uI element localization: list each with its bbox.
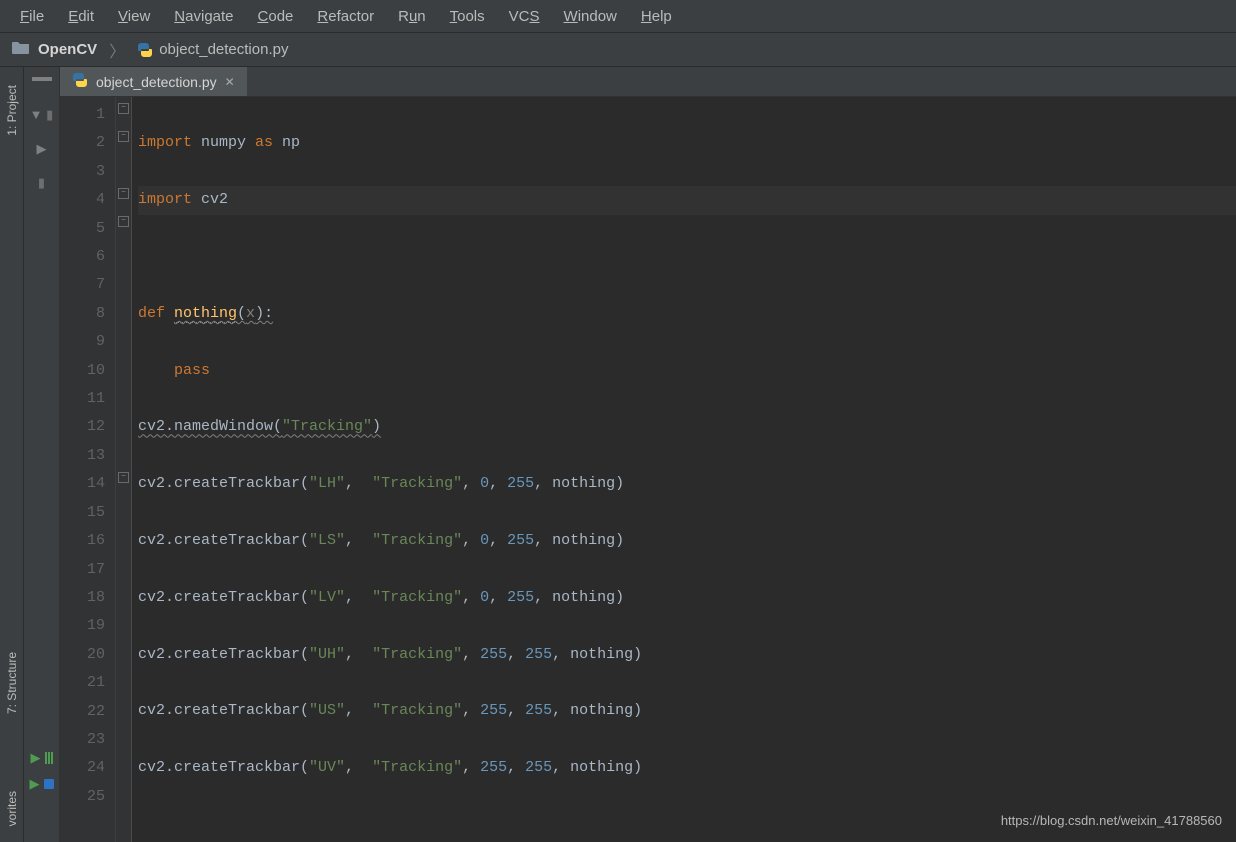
folder-icon <box>12 40 30 59</box>
line-number: 13 <box>60 442 105 470</box>
python-file-icon <box>72 72 88 91</box>
line-number: 18 <box>60 584 105 612</box>
line-number: 8 <box>60 300 105 328</box>
tree-expand-icon[interactable]: ▼ ▮ <box>30 107 54 123</box>
tab-label: object_detection.py <box>96 74 217 90</box>
line-number: 10 <box>60 357 105 385</box>
watermark-text: https://blog.csdn.net/weixin_41788560 <box>1001 813 1222 828</box>
line-number: 22 <box>60 698 105 726</box>
editor-tab-active[interactable]: object_detection.py ✕ <box>60 67 248 96</box>
menu-edit[interactable]: Edit <box>58 4 104 29</box>
menu-view[interactable]: View <box>108 4 160 29</box>
tree-collapse-icon[interactable]: ▶ <box>37 141 47 157</box>
line-number: 9 <box>60 328 105 356</box>
menu-bar: File Edit View Navigate Code Refactor Ru… <box>0 0 1236 33</box>
line-number: 6 <box>60 243 105 271</box>
tool-tab-project[interactable]: 1: Project <box>3 77 21 144</box>
breadcrumb-bar: OpenCV 〉 object_detection.py <box>0 33 1236 67</box>
line-number: 3 <box>60 158 105 186</box>
fold-marker-icon[interactable]: − <box>118 472 129 483</box>
menu-navigate[interactable]: Navigate <box>164 4 243 29</box>
collapse-panel-icon[interactable] <box>32 77 52 81</box>
menu-code[interactable]: Code <box>248 4 304 29</box>
line-number: 25 <box>60 783 105 811</box>
menu-refactor[interactable]: Refactor <box>307 4 384 29</box>
line-number: 4 <box>60 186 105 214</box>
python-file-icon <box>137 42 153 58</box>
fold-marker-icon[interactable]: − <box>118 216 129 227</box>
menu-help[interactable]: Help <box>631 4 682 29</box>
line-number: 1 <box>60 101 105 129</box>
fold-marker-icon[interactable]: − <box>118 131 129 142</box>
run-bars-icon <box>45 752 53 764</box>
line-number: 24 <box>60 754 105 782</box>
code-content[interactable]: import numpy as np import cv2 def nothin… <box>132 97 1236 842</box>
line-number: 21 <box>60 669 105 697</box>
tool-tab-favorites[interactable]: vorites <box>3 783 21 834</box>
editor-tabs: object_detection.py ✕ <box>60 67 1236 97</box>
line-number: 12 <box>60 413 105 441</box>
fold-marker-icon[interactable]: − <box>118 103 129 114</box>
project-tree-panel: ▼ ▮ ▶ ▮ ▶ ▶ <box>24 67 60 842</box>
line-number: 19 <box>60 612 105 640</box>
tool-tab-structure[interactable]: 7: Structure <box>3 644 21 722</box>
line-number: 23 <box>60 726 105 754</box>
tree-root-icon[interactable]: ▮ <box>38 175 45 191</box>
close-icon[interactable]: ✕ <box>225 75 235 89</box>
line-number: 15 <box>60 499 105 527</box>
code-editor[interactable]: 1234567891011121314151617181920212223242… <box>60 97 1236 842</box>
run-icon[interactable]: ▶ <box>31 750 41 766</box>
fold-marker-icon[interactable]: − <box>118 188 129 199</box>
line-number-gutter: 1234567891011121314151617181920212223242… <box>60 97 116 842</box>
line-number: 5 <box>60 215 105 243</box>
menu-window[interactable]: Window <box>554 4 627 29</box>
line-number: 17 <box>60 556 105 584</box>
menu-vcs[interactable]: VCS <box>499 4 550 29</box>
menu-run[interactable]: Run <box>388 4 436 29</box>
debug-icon[interactable] <box>44 779 54 789</box>
line-number: 20 <box>60 641 105 669</box>
run-icon-2[interactable]: ▶ <box>30 776 40 792</box>
line-number: 11 <box>60 385 105 413</box>
tool-window-rail: 1: Project 7: Structure vorites <box>0 67 24 842</box>
line-number: 7 <box>60 271 105 299</box>
line-number: 16 <box>60 527 105 555</box>
line-number: 2 <box>60 129 105 157</box>
line-number: 14 <box>60 470 105 498</box>
breadcrumb-file[interactable]: object_detection.py <box>159 41 288 58</box>
fold-gutter: − − − − − <box>116 97 132 842</box>
menu-file[interactable]: File <box>10 4 54 29</box>
breadcrumb-project[interactable]: OpenCV <box>38 41 97 58</box>
chevron-right-icon: 〉 <box>103 38 131 62</box>
menu-tools[interactable]: Tools <box>440 4 495 29</box>
